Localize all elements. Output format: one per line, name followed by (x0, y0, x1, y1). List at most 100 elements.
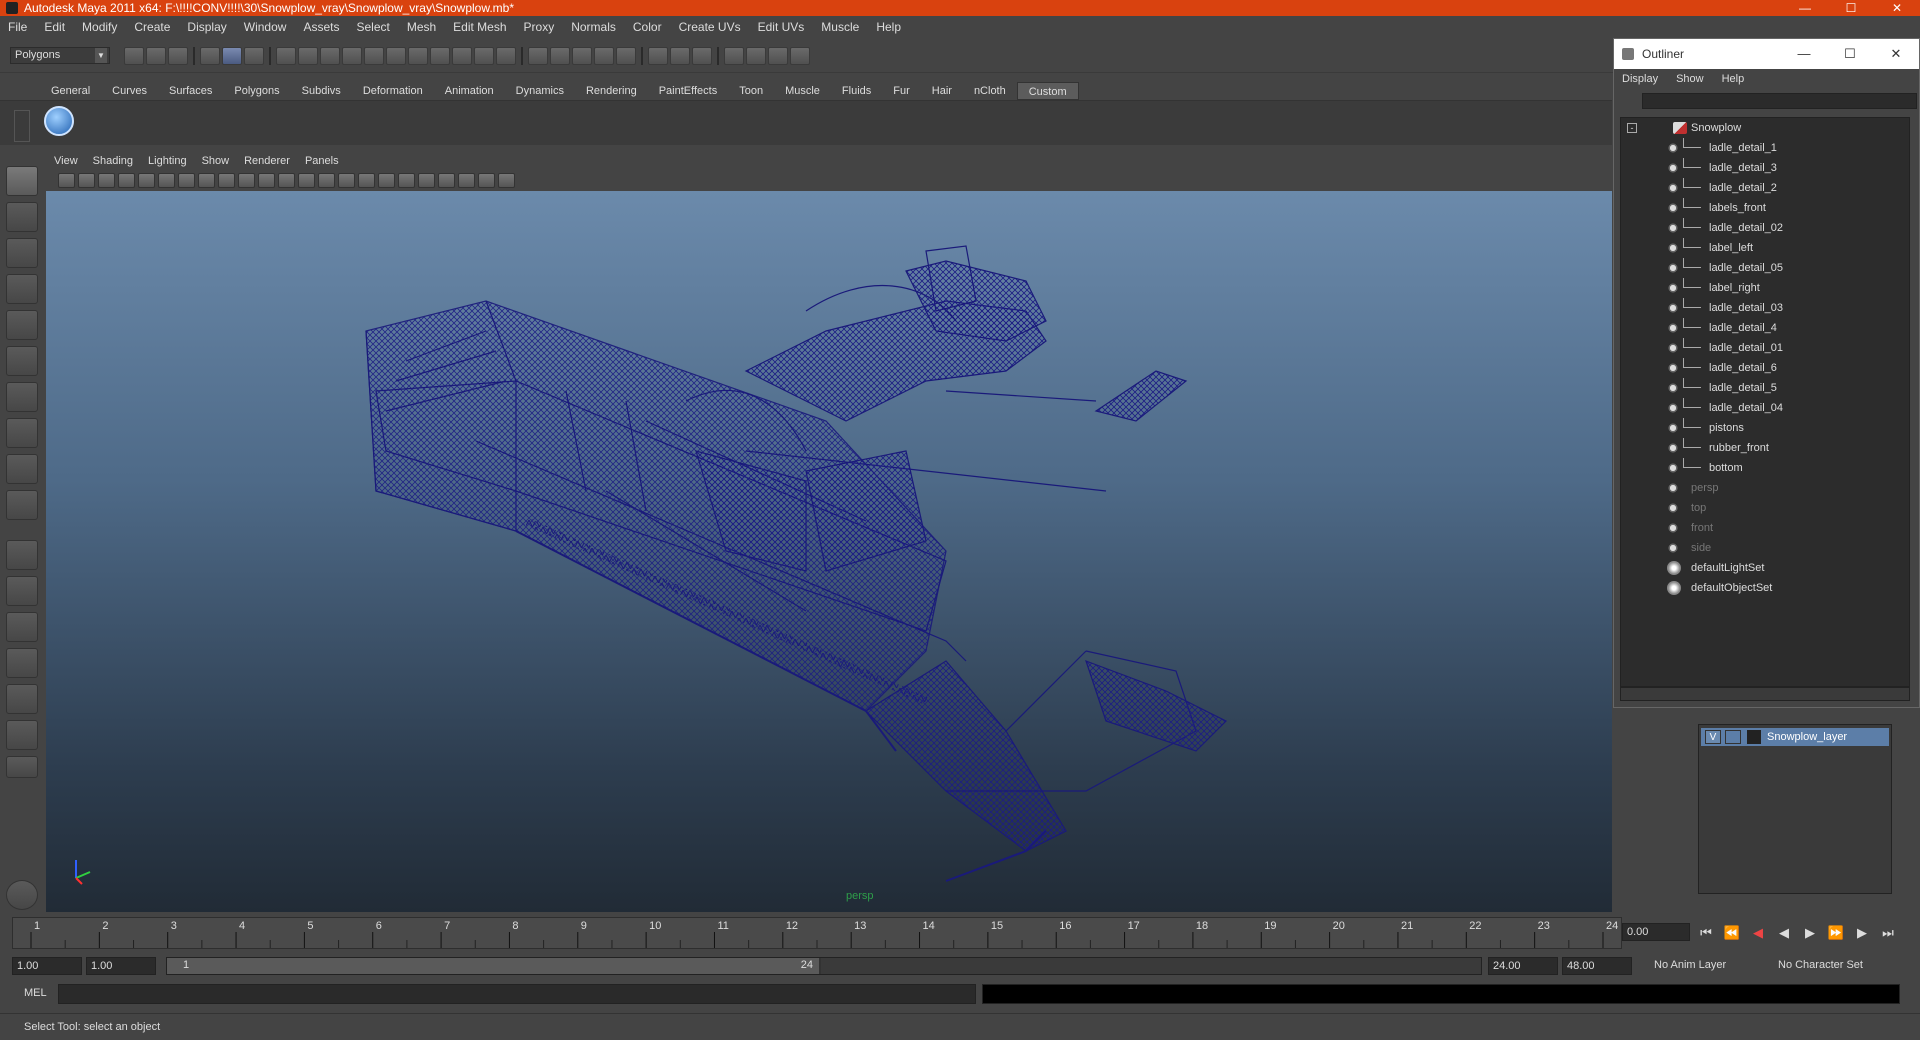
playback-end-field[interactable]: 24.00 (1488, 957, 1558, 975)
range-slider[interactable]: 1 24 (166, 957, 1482, 975)
shelf-tab-fluids[interactable]: Fluids (831, 82, 882, 100)
show-manipulator-icon[interactable] (6, 454, 38, 484)
shelf-tab-deformation[interactable]: Deformation (352, 82, 434, 100)
close-button[interactable]: ✕ (1874, 0, 1920, 16)
shelf-tab-animation[interactable]: Animation (434, 82, 505, 100)
outliner-item-child[interactable]: pistons (1621, 418, 1909, 438)
outliner-item-camera[interactable]: front (1621, 518, 1909, 538)
visibility-eye-icon[interactable] (1665, 262, 1681, 274)
menu-assets[interactable]: Assets (303, 20, 339, 34)
panel-menu-shading[interactable]: Shading (93, 155, 133, 167)
outliner-minimize-button[interactable]: — (1781, 39, 1827, 69)
visibility-eye-icon[interactable] (1665, 282, 1681, 294)
play-forwards-icon[interactable]: ▶ (1800, 925, 1820, 941)
step-back-key-icon[interactable]: ⏪ (1722, 925, 1742, 941)
select-component-icon[interactable] (244, 47, 264, 65)
xray-icon[interactable] (458, 173, 475, 188)
shelf-tab-ncloth[interactable]: nCloth (963, 82, 1017, 100)
snap-curve-icon[interactable] (550, 47, 570, 65)
camera-attributes-icon[interactable] (78, 173, 95, 188)
visibility-eye-icon[interactable] (1665, 162, 1681, 174)
shelf-tab-painteffects[interactable]: PaintEffects (648, 82, 729, 100)
shelf-tab-toon[interactable]: Toon (728, 82, 774, 100)
snap-point-icon[interactable] (572, 47, 592, 65)
outliner-menu-show[interactable]: Show (1676, 73, 1704, 85)
mel-input[interactable] (58, 984, 976, 1004)
select-deformations-icon[interactable] (386, 47, 406, 65)
visibility-eye-icon[interactable] (1665, 422, 1681, 434)
select-dynamics-icon[interactable] (408, 47, 428, 65)
menu-window[interactable]: Window (244, 20, 287, 34)
layer-color-swatch[interactable] (1747, 730, 1761, 744)
select-misc-icon[interactable] (452, 47, 472, 65)
select-hierarchy-icon[interactable] (200, 47, 220, 65)
isolate-select-icon[interactable] (438, 173, 455, 188)
end-time-field[interactable]: 48.00 (1562, 957, 1632, 975)
outliner-item-child[interactable]: ladle_detail_6 (1621, 358, 1909, 378)
range-slider-handle[interactable]: 1 24 (167, 958, 821, 974)
select-rendering-icon[interactable] (430, 47, 450, 65)
save-scene-icon[interactable] (168, 47, 188, 65)
current-frame-field[interactable]: 0.00 (1622, 923, 1690, 941)
outliner-item-camera[interactable]: top (1621, 498, 1909, 518)
checkmark-icon[interactable] (44, 106, 74, 136)
render-frame-icon[interactable] (746, 47, 766, 65)
outliner-item-child[interactable]: label_right (1621, 278, 1909, 298)
xray-joints-icon[interactable] (478, 173, 495, 188)
outliner-item-child[interactable]: ladle_detail_4 (1621, 318, 1909, 338)
outliner-item-child[interactable]: ladle_detail_03 (1621, 298, 1909, 318)
outliner-maximize-button[interactable]: ☐ (1827, 39, 1873, 69)
menu-modify[interactable]: Modify (82, 20, 117, 34)
scale-tool-icon[interactable] (6, 346, 38, 376)
outliner-item-root[interactable]: - Snowplow (1621, 118, 1909, 138)
outliner-item-set[interactable]: defaultObjectSet (1621, 578, 1909, 598)
make-live-icon[interactable] (616, 47, 636, 65)
auto-key-icon[interactable] (1890, 957, 1912, 975)
go-to-end-icon[interactable]: ⏭ (1878, 925, 1898, 941)
universal-manipulator-icon[interactable] (6, 382, 38, 412)
outliner-close-button[interactable]: ✕ (1873, 39, 1919, 69)
snap-view-plane-icon[interactable] (594, 47, 614, 65)
panel-menu-show[interactable]: Show (202, 155, 230, 167)
shelf-tab-surfaces[interactable]: Surfaces (158, 82, 223, 100)
shelf-tab-fur[interactable]: Fur (882, 82, 921, 100)
outliner-item-child[interactable]: ladle_detail_01 (1621, 338, 1909, 358)
select-surfaces-icon[interactable] (364, 47, 384, 65)
menu-help[interactable]: Help (876, 20, 901, 34)
menu-proxy[interactable]: Proxy (524, 20, 555, 34)
visibility-eye-icon[interactable] (1665, 362, 1681, 374)
anim-layer-selector[interactable]: No Anim Layer (1650, 957, 1758, 975)
bookmarks-icon[interactable] (98, 173, 115, 188)
ipr-render-icon[interactable] (768, 47, 788, 65)
construction-history-icon[interactable] (692, 47, 712, 65)
outliner-horizontal-scrollbar[interactable] (1620, 687, 1910, 701)
visibility-eye-icon[interactable] (1665, 382, 1681, 394)
menu-normals[interactable]: Normals (571, 20, 616, 34)
outliner-item-child[interactable]: labels_front (1621, 198, 1909, 218)
use-all-lights-icon[interactable] (378, 173, 395, 188)
menu-display[interactable]: Display (187, 20, 226, 34)
step-back-frame-icon[interactable]: ◀ (1748, 925, 1768, 941)
select-handles-icon[interactable] (298, 47, 318, 65)
character-set-selector[interactable]: No Character Set (1774, 957, 1884, 975)
lasso-tool-icon[interactable] (6, 202, 38, 232)
wireframe-icon[interactable] (298, 173, 315, 188)
visibility-eye-icon[interactable] (1665, 242, 1681, 254)
hypershade-layout-icon[interactable] (6, 684, 38, 714)
single-perspective-layout-icon[interactable] (6, 540, 38, 570)
step-forward-key-icon[interactable]: ⏩ (1826, 925, 1846, 941)
new-scene-icon[interactable] (124, 47, 144, 65)
shelf-tab-rendering[interactable]: Rendering (575, 82, 648, 100)
safe-title-icon[interactable] (278, 173, 295, 188)
go-to-start-icon[interactable]: ⏮ (1696, 925, 1716, 941)
menu-file[interactable]: File (8, 20, 27, 34)
visibility-eye-icon[interactable] (1665, 322, 1681, 334)
lock-selection-icon[interactable] (474, 47, 494, 65)
outliner-item-child[interactable]: ladle_detail_3 (1621, 158, 1909, 178)
select-curves-icon[interactable] (342, 47, 362, 65)
menu-select[interactable]: Select (356, 20, 389, 34)
shelf-tab-subdivs[interactable]: Subdivs (291, 82, 352, 100)
visibility-eye-icon[interactable] (1665, 462, 1681, 474)
shelf-tab-curves[interactable]: Curves (101, 82, 158, 100)
visibility-eye-icon[interactable] (1665, 342, 1681, 354)
